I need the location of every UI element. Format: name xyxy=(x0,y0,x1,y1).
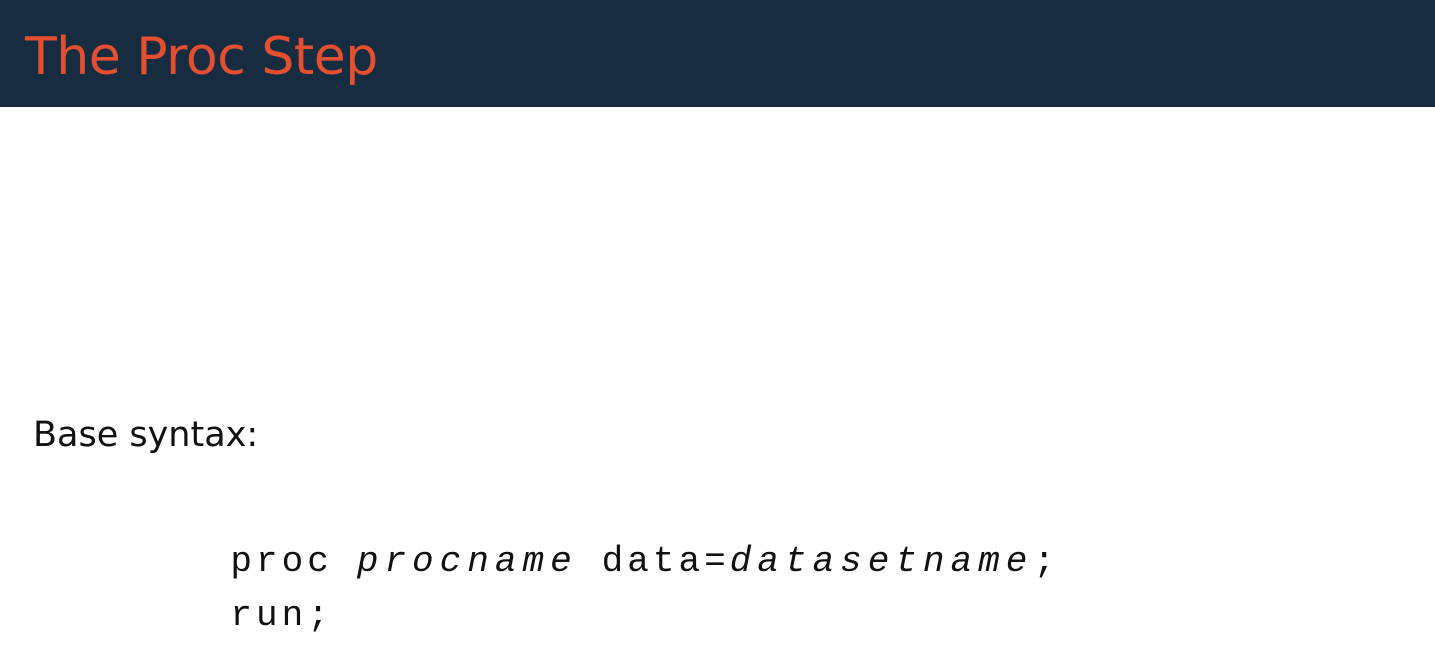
procname-placeholder: procname xyxy=(356,541,578,582)
code-line-run: run; xyxy=(144,541,333,671)
data-option: data= xyxy=(601,541,730,582)
slide: The Proc Step Base syntax: proc procname d… xyxy=(0,0,1435,671)
base-syntax-label: Base syntax: xyxy=(33,415,259,455)
datasetname-placeholder: datasetname xyxy=(729,541,1034,582)
title-bar: The Proc Step xyxy=(0,0,1435,107)
run-statement: run; xyxy=(230,595,333,636)
semicolon: ; xyxy=(1033,541,1059,582)
slide-title: The Proc Step xyxy=(25,27,378,87)
